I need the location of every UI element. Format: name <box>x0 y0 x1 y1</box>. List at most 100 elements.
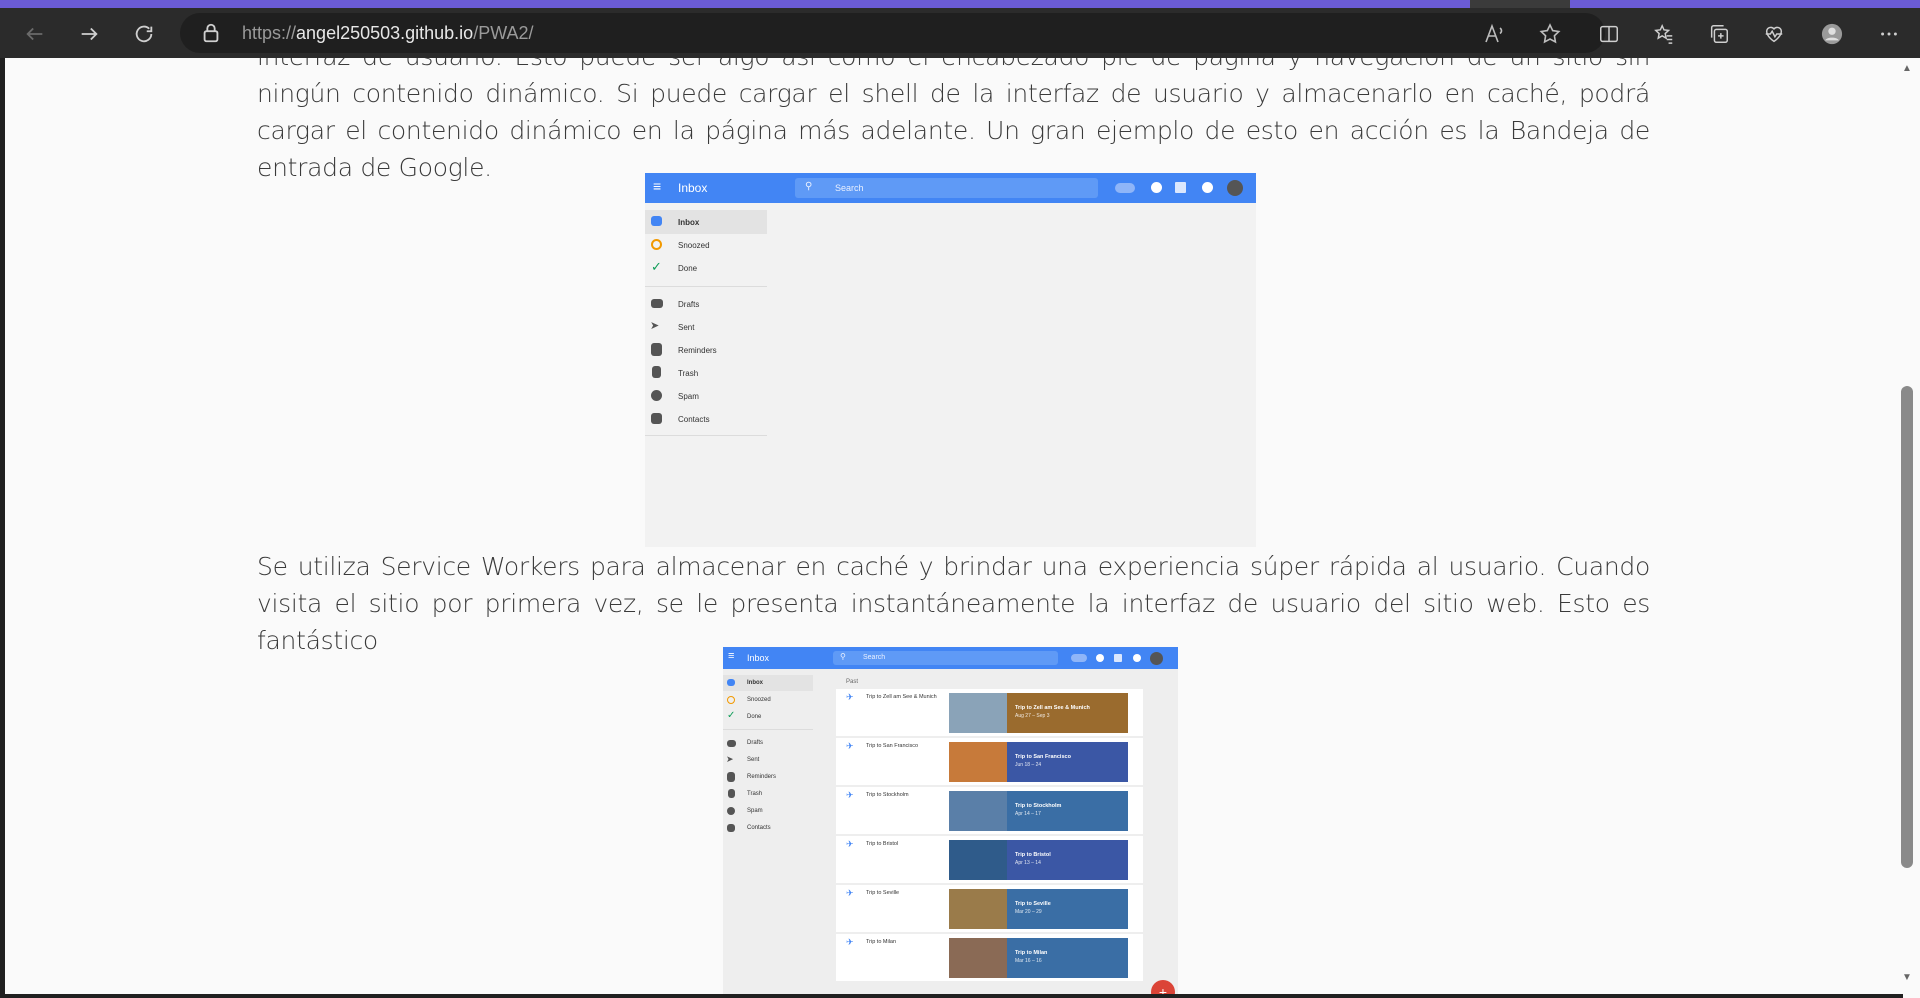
inbox-app-title: Inbox <box>678 181 708 195</box>
trip-row: ✈ Trip to Seville Trip to Seville Mar 20 – … <box>836 885 1143 932</box>
nav-label: Sent <box>747 757 760 763</box>
trip-card-title: Trip to Stockholm <box>1015 803 1062 809</box>
inbox-search-box: ⚲ Search <box>833 651 1058 665</box>
nav-label: Spam <box>678 392 699 401</box>
trip-name: Trip to Milan <box>866 939 897 945</box>
section-label: Past <box>846 679 859 685</box>
url-host: angel250503.github.io <box>296 23 474 43</box>
nav-item-reminders: Reminders <box>645 338 767 362</box>
apps-grid-icon <box>1175 182 1186 193</box>
nav-label: Trash <box>747 791 763 797</box>
read-aloud-icon[interactable] <box>1483 22 1507 46</box>
trip-row: ✈ Trip to San Francisco Trip to San Franci… <box>836 738 1143 785</box>
trip-row: ✈ Trip to Milan Trip to Milan Mar 16 – 16 <box>836 934 1143 981</box>
nav-divider <box>723 729 813 730</box>
airplane-icon: ✈ <box>846 741 854 751</box>
hand-icon <box>727 772 735 782</box>
nav-label: Inbox <box>747 680 763 686</box>
trip-photo <box>949 889 1007 929</box>
split-screen-icon <box>1600 25 1618 43</box>
nav-item-trash: Trash <box>723 786 813 802</box>
url-text[interactable]: https://angel250503.github.io/PWA2/ <box>242 23 534 44</box>
airplane-icon: ✈ <box>846 888 854 898</box>
scroll-up-arrow[interactable]: ▲ <box>1899 63 1915 75</box>
browser-toolbar: https://angel250503.github.io/PWA2/ <box>0 8 1920 58</box>
nav-item-sent: ➤ Sent <box>723 752 813 768</box>
nav-divider <box>645 435 767 436</box>
notifications-icon <box>1202 182 1213 193</box>
trip-card: Trip to Bristol Apr 13 – 14 <box>1007 840 1128 880</box>
nav-item-reminders: Reminders <box>723 769 813 785</box>
trip-card-dates: Apr 14 – 17 <box>1015 811 1041 817</box>
pin-icon <box>1096 654 1104 662</box>
trip-row: ✈ Trip to Stockholm Trip to Stockholm Apr 1… <box>836 787 1143 834</box>
back-arrow-icon <box>26 27 43 41</box>
nav-label: Done <box>678 264 698 273</box>
pin-icon <box>1151 182 1162 193</box>
inbox-icon <box>651 216 662 226</box>
scroll-down-arrow[interactable]: ▼ <box>1899 972 1915 984</box>
nav-item-inbox: Inbox <box>723 675 813 691</box>
health-icon <box>1765 26 1783 43</box>
nav-label: Trash <box>678 369 699 378</box>
forward-button[interactable] <box>72 17 106 51</box>
split-screen-button[interactable] <box>1592 17 1626 51</box>
nav-item-snoozed: Snoozed <box>645 233 767 257</box>
nav-label: Snoozed <box>747 697 771 703</box>
trip-photo <box>949 693 1007 733</box>
trip-card-dates: Jun 18 – 24 <box>1015 762 1042 768</box>
trip-card: Trip to Zell am See & Munich Aug 27 – Sep… <box>1007 693 1128 733</box>
nav-item-contacts: Contacts <box>723 820 813 836</box>
nav-label: Inbox <box>678 218 700 227</box>
url-prefix: https:// <box>242 23 297 43</box>
url-path: /PWA2/ <box>473 23 534 43</box>
trip-card: Trip to Seville Mar 20 – 29 <box>1007 889 1128 929</box>
inbox-app-bar: ≡ Inbox ⚲ Search <box>645 173 1256 203</box>
tab-strip <box>0 0 1920 8</box>
refresh-button[interactable] <box>127 17 161 51</box>
scrollbar-thumb[interactable] <box>1901 386 1913 868</box>
toggle-icon <box>1115 183 1135 193</box>
tab-strip-highlight <box>0 0 1470 8</box>
trip-photo <box>949 938 1007 978</box>
inbox-shell-image: ≡ Inbox ⚲ Search Inbox Snoozed ✓ Done Dra… <box>645 173 1256 547</box>
nav-item-done: ✓ Done <box>645 256 767 280</box>
nav-divider <box>645 286 767 287</box>
nav-label: Done <box>747 714 762 720</box>
article-paragraph: Se utiliza Service Workers para almacena… <box>257 552 1650 655</box>
lock-icon[interactable] <box>200 22 222 44</box>
inbox-content-image: ≡ Inbox ⚲ Search Inbox Snoozed ✓ Done Dra… <box>723 647 1178 994</box>
trash-icon <box>728 789 735 798</box>
more-button[interactable] <box>1872 17 1906 51</box>
nav-item-snoozed: Snoozed <box>723 692 813 708</box>
profile-button[interactable] <box>1815 17 1849 51</box>
trip-card: Trip to San Francisco Jun 18 – 24 <box>1007 742 1128 782</box>
favorites-button[interactable] <box>1647 17 1681 51</box>
health-button[interactable] <box>1757 17 1791 51</box>
trip-photo <box>949 840 1007 880</box>
nav-item-drafts: Drafts <box>723 735 813 751</box>
inbox-app-title: Inbox <box>747 653 770 663</box>
article-paragraph: interfaz de usuario. Esto puede ser algo… <box>257 58 1650 182</box>
nav-label: Contacts <box>678 415 710 424</box>
toggle-icon <box>1071 654 1087 662</box>
nav-item-done: ✓ Done <box>723 709 813 725</box>
trip-card: Trip to Milan Mar 16 – 16 <box>1007 938 1128 978</box>
menu-icon: ≡ <box>728 650 735 662</box>
forward-arrow-icon <box>81 27 98 41</box>
collections-button[interactable] <box>1702 17 1736 51</box>
nav-label: Drafts <box>678 300 700 309</box>
spam-icon <box>727 807 735 815</box>
trip-card-title: Trip to San Francisco <box>1015 754 1071 760</box>
nav-item-spam: Spam <box>645 384 767 408</box>
back-button[interactable] <box>18 17 52 51</box>
inbox-search-placeholder: Search <box>835 183 864 193</box>
nav-label: Reminders <box>678 346 717 355</box>
star-icon[interactable] <box>1538 22 1562 46</box>
contacts-icon <box>727 824 735 832</box>
trip-row: ✈ Trip to Zell am See & Munich Trip to Zel… <box>836 689 1143 736</box>
address-bar[interactable]: https://angel250503.github.io/PWA2/ <box>180 13 1605 53</box>
spam-icon <box>651 390 662 401</box>
favorites-icon <box>1654 23 1673 44</box>
inbox-icon <box>727 679 735 686</box>
